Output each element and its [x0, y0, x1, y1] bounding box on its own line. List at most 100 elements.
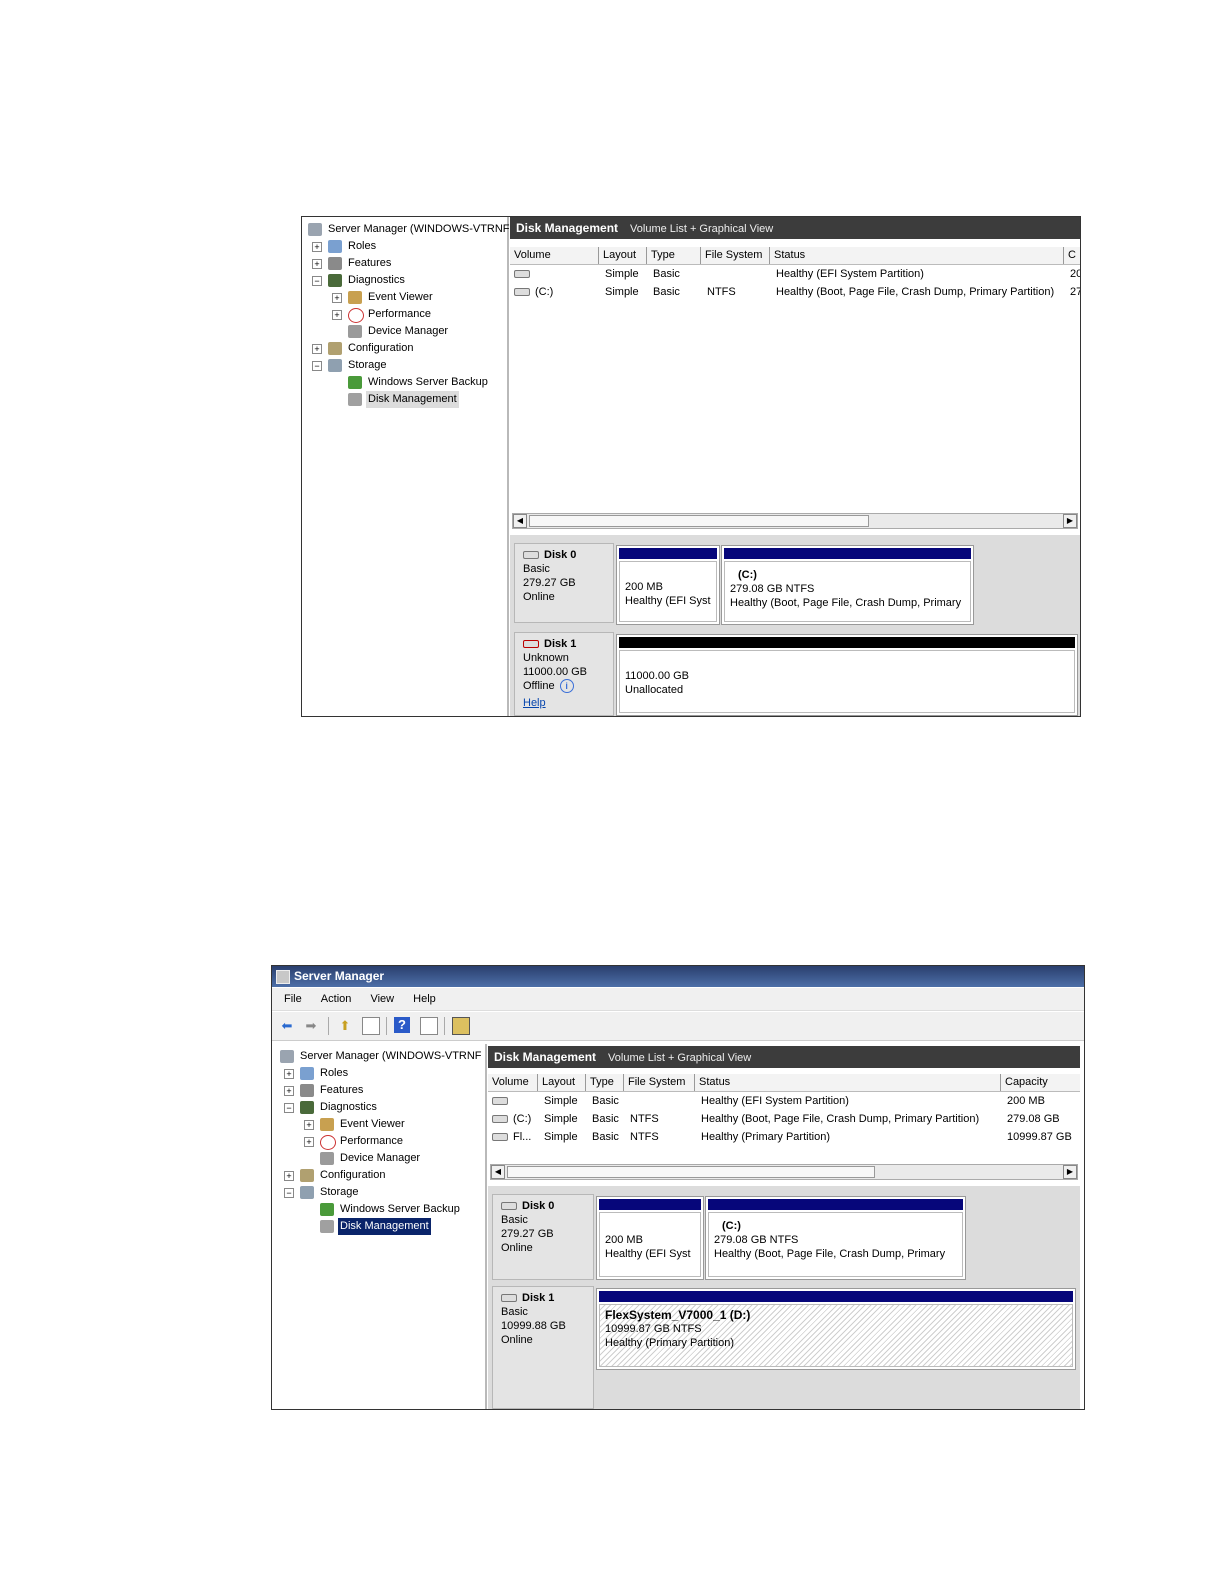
expand-icon[interactable]: + — [284, 1069, 294, 1079]
toolbar-separator — [328, 1017, 329, 1035]
menu-bar: File Action View Help — [272, 988, 1084, 1011]
server-manager-icon — [276, 970, 290, 984]
column-status[interactable]: Status — [695, 1074, 1001, 1091]
column-file-system[interactable]: File System — [701, 247, 770, 264]
disk-management-icon — [320, 1220, 334, 1233]
table-row[interactable]: (C:) Simple Basic NTFS Healthy (Boot, Pa… — [488, 1110, 1080, 1128]
expand-icon[interactable]: + — [312, 242, 322, 252]
disk-icon — [501, 1202, 517, 1211]
show-hide-tree-icon[interactable] — [362, 1017, 380, 1035]
partition-efi[interactable]: 200 MB Healthy (EFI Syst — [616, 545, 720, 625]
graphical-view: Disk 0 Basic 279.27 GB Online 200 MB Hea… — [488, 1186, 1080, 1409]
menu-action[interactable]: Action — [321, 988, 352, 1010]
scroll-left-button[interactable]: ◀ — [513, 514, 527, 528]
column-layout[interactable]: Layout — [599, 247, 647, 264]
partition-efi[interactable]: 200 MB Healthy (EFI Syst — [596, 1196, 704, 1280]
graphical-view: Disk 0 Basic 279.27 GB Online 200 MB Hea… — [510, 535, 1080, 716]
toolbar-separator — [444, 1017, 445, 1035]
collapse-icon[interactable]: − — [312, 276, 322, 286]
expand-icon[interactable]: + — [332, 293, 342, 303]
column-volume[interactable]: Volume — [488, 1074, 538, 1091]
properties-icon[interactable] — [420, 1017, 438, 1035]
back-arrow-icon[interactable]: ⬅ — [278, 1017, 296, 1035]
performance-icon — [348, 308, 364, 323]
configuration-icon — [300, 1169, 314, 1182]
menu-view[interactable]: View — [370, 988, 394, 1010]
partition-bar — [599, 1291, 1073, 1302]
disk-icon — [501, 1294, 517, 1303]
menu-help[interactable]: Help — [413, 988, 436, 1010]
diagnostics-icon — [300, 1101, 314, 1114]
forward-arrow-icon[interactable]: ➡ — [302, 1017, 320, 1035]
server-manager-icon — [280, 1050, 294, 1063]
scroll-left-button[interactable]: ◀ — [491, 1165, 505, 1179]
info-icon[interactable]: i — [559, 679, 574, 693]
table-row[interactable]: Simple Basic Healthy (EFI System Partiti… — [488, 1092, 1080, 1110]
column-type[interactable]: Type — [647, 247, 701, 264]
roles-icon — [328, 240, 342, 253]
volume-icon — [492, 1133, 508, 1142]
console-tree: Server Manager (WINDOWS-VTRNF + Roles + … — [302, 217, 510, 716]
scroll-thumb[interactable] — [507, 1166, 875, 1178]
server-manager-icon — [308, 223, 322, 236]
expand-icon[interactable]: + — [312, 259, 322, 269]
diagnostics-icon — [328, 274, 342, 287]
partition-bar — [619, 548, 717, 559]
horizontal-scrollbar[interactable]: ◀ ▶ — [490, 1164, 1078, 1180]
window-title-bar: Server Manager — [272, 966, 1084, 987]
disk-icon — [523, 551, 539, 560]
disk-1-info[interactable]: Disk 1 Basic 10999.88 GB Online — [492, 1286, 594, 1409]
volume-icon — [514, 270, 530, 279]
column-layout[interactable]: Layout — [538, 1074, 586, 1091]
scroll-right-button[interactable]: ▶ — [1063, 1165, 1077, 1179]
table-row[interactable]: Simple Basic Healthy (EFI System Partiti… — [510, 265, 1080, 283]
partition-c[interactable]: (C:) 279.08 GB NTFS Healthy (Boot, Page … — [721, 545, 974, 625]
volume-cell: Fl... — [492, 1128, 538, 1146]
volume-icon — [492, 1097, 508, 1106]
column-capacity[interactable]: Capacity — [1001, 1074, 1080, 1091]
volume-list-header: Volume Layout Type File System Status Ca… — [488, 1074, 1080, 1092]
settings-icon[interactable] — [452, 1017, 470, 1035]
partition-flexsystem[interactable]: FlexSystem_V7000_1 (D:) 10999.87 GB NTFS… — [596, 1288, 1076, 1370]
volume-icon — [514, 288, 530, 297]
partition-c[interactable]: (C:) 279.08 GB NTFS Healthy (Boot, Page … — [705, 1196, 966, 1280]
help-icon[interactable]: ? — [394, 1017, 410, 1033]
column-type[interactable]: Type — [586, 1074, 624, 1091]
device-manager-icon — [320, 1152, 334, 1165]
storage-icon — [300, 1186, 314, 1199]
horizontal-scrollbar[interactable]: ◀ ▶ — [512, 513, 1078, 529]
screenshot-disk-offline: Server Manager (WINDOWS-VTRNF + Roles + … — [301, 216, 1081, 717]
configuration-icon — [328, 342, 342, 355]
column-volume[interactable]: Volume — [510, 247, 599, 264]
disk-management-icon — [348, 393, 362, 406]
expand-icon[interactable]: + — [284, 1086, 294, 1096]
column-file-system[interactable]: File System — [624, 1074, 695, 1091]
expand-icon[interactable]: + — [332, 310, 342, 320]
collapse-icon[interactable]: − — [312, 361, 322, 371]
expand-icon[interactable]: + — [304, 1120, 314, 1130]
collapse-icon[interactable]: − — [284, 1188, 294, 1198]
backup-icon — [320, 1203, 334, 1216]
scroll-right-button[interactable]: ▶ — [1063, 514, 1077, 528]
menu-file[interactable]: File — [284, 988, 302, 1010]
column-status[interactable]: Status — [770, 247, 1064, 264]
volume-cell — [514, 265, 598, 283]
disk-1-info[interactable]: Disk 1 Unknown 11000.00 GB Offline i Help — [514, 632, 614, 716]
disk-0-info[interactable]: Disk 0 Basic 279.27 GB Online — [514, 543, 614, 623]
collapse-icon[interactable]: − — [284, 1103, 294, 1113]
expand-icon[interactable]: + — [304, 1137, 314, 1147]
expand-icon[interactable]: + — [312, 344, 322, 354]
help-link[interactable]: Help — [523, 697, 546, 709]
column-capacity[interactable]: C — [1064, 247, 1080, 264]
storage-icon — [328, 359, 342, 372]
expand-icon[interactable]: + — [284, 1171, 294, 1181]
up-folder-icon[interactable]: ⬆ — [336, 1017, 354, 1035]
volume-list-header: Volume Layout Type File System Status C — [510, 247, 1080, 265]
scroll-thumb[interactable] — [529, 515, 869, 527]
table-row[interactable]: Fl... Simple Basic NTFS Healthy (Primary… — [488, 1128, 1080, 1146]
disk-0-info[interactable]: Disk 0 Basic 279.27 GB Online — [492, 1194, 594, 1280]
volume-cell — [492, 1092, 538, 1110]
console-tree: Server Manager (WINDOWS-VTRNF + Roles + … — [272, 1044, 487, 1409]
partition-unallocated[interactable]: 11000.00 GB Unallocated — [616, 634, 1078, 716]
table-row[interactable]: (C:) Simple Basic NTFS Healthy (Boot, Pa… — [510, 283, 1080, 301]
